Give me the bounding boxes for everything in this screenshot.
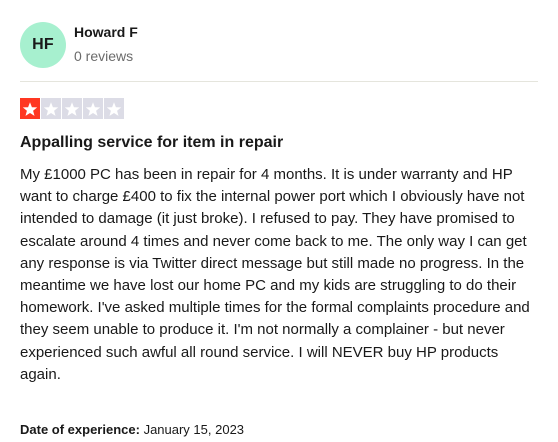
divider xyxy=(20,81,538,82)
date-of-experience: Date of experience: January 15, 2023 xyxy=(20,422,244,437)
star-rating xyxy=(20,98,124,119)
review-body: My £1000 PC has been in repair for 4 mon… xyxy=(20,166,530,383)
avatar[interactable]: HF xyxy=(20,22,66,68)
date-of-experience-label: Date of experience: xyxy=(20,422,140,437)
star-icon xyxy=(62,98,82,119)
star-icon xyxy=(20,98,40,119)
reviewer-info[interactable]: HF Howard F 0 reviews xyxy=(20,22,320,68)
reviewer-review-count: 0 reviews xyxy=(74,48,134,64)
star-icon xyxy=(83,98,103,119)
star-icon xyxy=(104,98,124,119)
review-title[interactable]: Appalling service for item in repair xyxy=(20,134,283,152)
star-icon xyxy=(41,98,61,119)
reviewer-name[interactable]: Howard F xyxy=(74,24,138,40)
date-of-experience-value: January 15, 2023 xyxy=(143,422,245,437)
